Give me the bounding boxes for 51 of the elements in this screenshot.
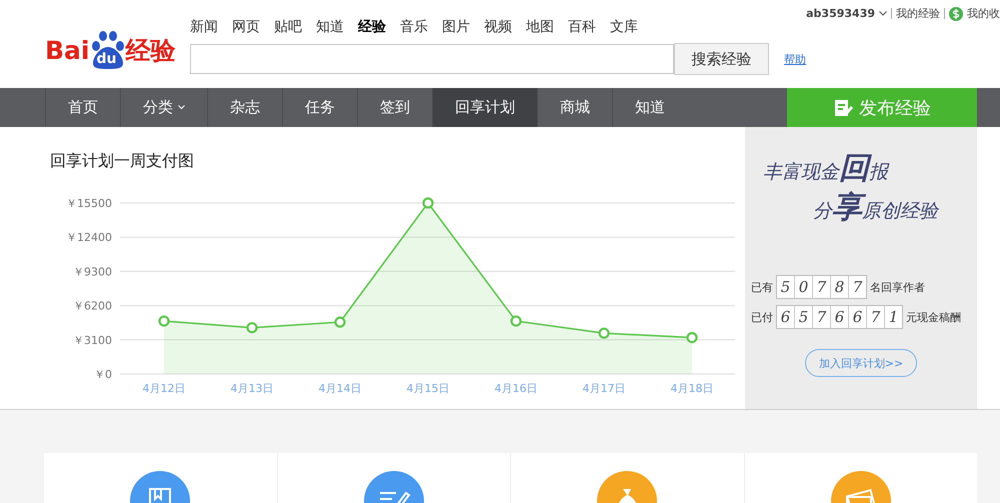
nav-link[interactable]: 经验 <box>358 18 386 38</box>
y-tick-label: ￥9300 <box>73 265 112 278</box>
y-tick-label: ￥12400 <box>66 231 112 244</box>
counter-label: 名回享作者 <box>870 280 925 294</box>
digit-counter: 6 5 7 6 6 7 1 <box>776 305 903 329</box>
data-point <box>510 315 522 327</box>
dollar-icon <box>949 6 963 20</box>
nav-link[interactable]: 新闻 <box>190 18 218 38</box>
y-tick-label: ￥6200 <box>73 300 112 313</box>
nav-link[interactable]: 音乐 <box>400 18 428 38</box>
help-link[interactable]: 帮助 <box>784 52 806 66</box>
y-tick-label: ￥3100 <box>73 334 112 347</box>
edit-note-icon <box>833 98 853 118</box>
data-point <box>686 332 698 344</box>
my-income-link[interactable]: 我的收 <box>967 6 1000 21</box>
logo[interactable]: Bai du 经验 <box>45 28 180 72</box>
x-tick-label: 4月18日 <box>670 382 714 395</box>
nav-link[interactable]: 贴吧 <box>274 18 302 38</box>
my-experience-link[interactable]: 我的经验 <box>896 6 940 21</box>
data-point <box>334 316 346 328</box>
search-field[interactable] <box>190 44 674 74</box>
username-menu[interactable]: ab3593439 <box>806 7 875 20</box>
slogan-text: 分享原创经验 <box>812 190 940 227</box>
counter-label: 元现金稿酬 <box>906 310 961 324</box>
nav-link[interactable]: 文库 <box>610 18 638 38</box>
nav-link[interactable]: 地图 <box>526 18 554 38</box>
data-point <box>158 315 170 327</box>
search-button[interactable]: 搜索经验 <box>674 43 769 75</box>
chart-title: 回享计划一周支付图 <box>50 151 194 172</box>
data-point <box>422 197 434 209</box>
x-tick-label: 4月14日 <box>318 382 362 395</box>
x-tick-label: 4月15日 <box>406 382 450 395</box>
digit-counter: 5 0 7 8 7 <box>776 275 867 299</box>
y-tick-label: ￥15500 <box>66 197 112 210</box>
data-point <box>598 328 610 339</box>
chevron-down-icon[interactable] <box>879 11 887 16</box>
y-tick-label: ￥0 <box>94 368 112 381</box>
nav-link[interactable]: 网页 <box>232 18 260 38</box>
counter-label: 已付 <box>751 310 773 324</box>
counter-label: 已有 <box>751 280 773 294</box>
nav-link[interactable]: 百科 <box>568 18 596 38</box>
x-tick-label: 4月12日 <box>142 382 186 395</box>
x-tick-label: 4月17日 <box>582 382 626 395</box>
data-point <box>246 322 258 334</box>
x-tick-label: 4月16日 <box>494 382 538 395</box>
nav-link[interactable]: 图片 <box>442 18 470 38</box>
x-tick-label: 4月13日 <box>230 382 274 395</box>
slogan-text: 丰富现金回报 <box>763 151 890 188</box>
nav-tab[interactable]: 回享计划 <box>432 88 537 127</box>
nav-link[interactable]: 视频 <box>484 18 512 38</box>
nav-link[interactable]: 知道 <box>316 18 344 38</box>
